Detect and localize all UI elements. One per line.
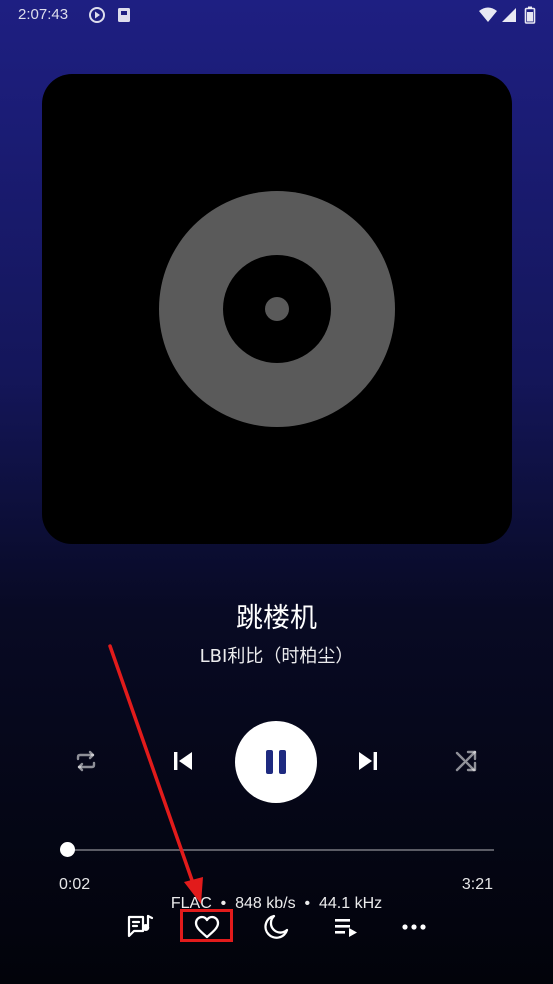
previous-button[interactable] — [167, 744, 199, 778]
song-title: 跳楼机 — [236, 603, 317, 634]
skip-previous-icon — [174, 752, 192, 770]
queue-button[interactable] — [328, 911, 364, 943]
song-artist[interactable]: LBI利比（时柏尘） — [0, 642, 553, 668]
album-art — [42, 74, 512, 544]
play-pause-button[interactable] — [235, 721, 317, 803]
more-icon — [402, 924, 426, 930]
status-time: 2:07:43 — [18, 6, 69, 23]
progress-slider[interactable] — [60, 842, 494, 857]
skip-next-icon — [359, 752, 377, 770]
lyrics-icon — [127, 914, 154, 938]
shuffle-button[interactable] — [450, 744, 482, 778]
progress-thumb[interactable] — [60, 842, 76, 857]
wifi-icon — [478, 6, 498, 29]
next-button[interactable] — [352, 744, 384, 778]
signal-icon — [500, 6, 518, 29]
total-time: 3:21 — [461, 876, 493, 893]
sleep-timer-icon — [264, 914, 289, 939]
more-options-button[interactable] — [396, 911, 432, 943]
queue-icon — [335, 919, 357, 937]
lyrics-button[interactable] — [122, 911, 158, 943]
sleep-timer-button[interactable] — [258, 911, 294, 943]
play-circle-icon — [88, 6, 106, 29]
repeat-icon — [76, 750, 96, 772]
battery-icon — [524, 6, 536, 29]
storage-icon — [116, 6, 132, 29]
vinyl-disc-icon — [159, 191, 395, 427]
repeat-button[interactable] — [70, 744, 102, 778]
status-bar: 2:07:43 — [0, 0, 553, 30]
shuffle-icon — [455, 750, 477, 772]
highlight-box — [180, 909, 233, 942]
current-time: 0:02 — [59, 876, 91, 893]
pause-icon — [266, 750, 286, 774]
